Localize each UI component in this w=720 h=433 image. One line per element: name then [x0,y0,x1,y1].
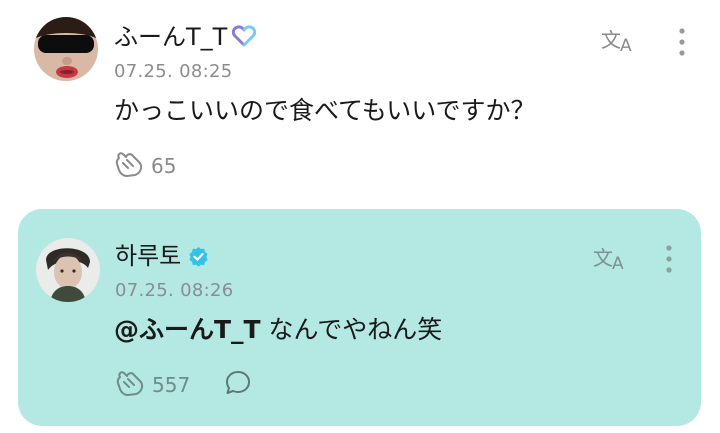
reply-text: @ふーんT_T なんでやねん笑 [114,315,442,345]
avatar[interactable] [34,17,98,81]
heart-badge-icon [231,25,257,47]
like-count: 557 [152,373,191,397]
like-icon[interactable] [113,150,145,178]
verified-badge-icon [188,246,209,267]
translate-icon[interactable]: 文 A [600,26,638,56]
mention-link[interactable]: @ふーんT_T [114,315,261,344]
like-count: 65 [151,154,177,178]
svg-text:文: 文 [601,28,621,52]
reply-item: 하루토 07.25. 08:26 文 A @ふーんT_T なんでやねん笑 557 [18,209,701,426]
comment-icon[interactable] [224,369,252,397]
username[interactable]: 하루토 [115,242,181,270]
more-vertical-icon[interactable] [661,244,677,274]
translate-icon[interactable]: 文 A [592,244,630,274]
svg-text:A: A [612,254,624,272]
avatar[interactable] [36,238,100,302]
timestamp: 07.25. 08:25 [114,61,233,82]
timestamp: 07.25. 08:26 [115,280,234,301]
svg-text:A: A [620,36,632,54]
reply-text-body: なんでやねん笑 [260,315,443,344]
comment-text: かっこいいので食べてもいいですか？ [114,96,536,125]
comment-item: ふーんT_T 07.25. 08:25 文 A かっこいいので食べてもいいですか… [0,0,720,200]
username[interactable]: ふーんT_T [114,23,227,51]
more-vertical-icon[interactable] [674,27,690,57]
svg-text:文: 文 [593,246,613,270]
like-icon[interactable] [114,369,146,397]
